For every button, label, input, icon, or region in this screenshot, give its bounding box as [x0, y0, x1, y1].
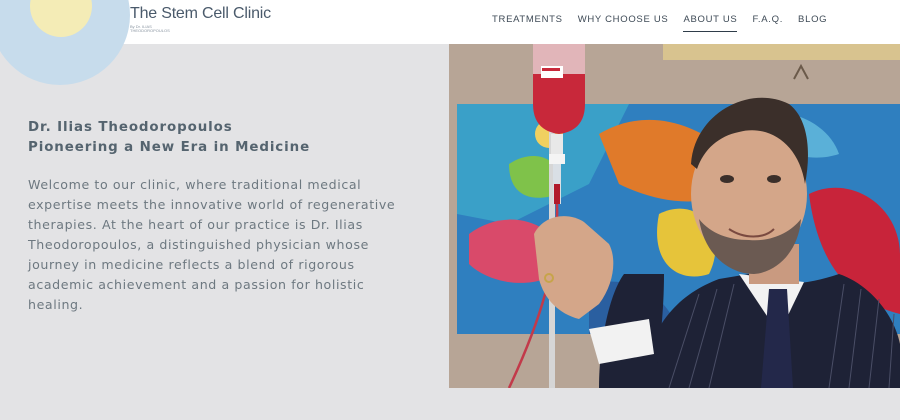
intro-line: expertise meets the innovative world of …	[28, 197, 396, 212]
main-nav: TREATMENTS WHY CHOOSE US ABOUT US F.A.Q.…	[492, 14, 827, 32]
intro-line: healing.	[28, 297, 84, 312]
logo-subtitle: By Dr. ILIAS THEODOROPOULOS	[130, 24, 170, 34]
intro-line: Welcome to our clinic, where traditional…	[28, 177, 362, 192]
nav-why-choose-us[interactable]: WHY CHOOSE US	[578, 14, 669, 25]
nav-about-us[interactable]: ABOUT US	[683, 14, 738, 32]
intro-line: academic achievement and a passion for h…	[28, 277, 365, 292]
doctor-photo	[449, 44, 900, 388]
nav-treatments[interactable]: TREATMENTS	[492, 14, 563, 25]
heading-name: Dr. Ilias Theodoropoulos	[28, 120, 233, 135]
doctor-photo-illustration	[449, 44, 900, 388]
logo-title: The Stem Cell Clinic	[130, 5, 271, 22]
intro-line: therapies. At the heart of our practice …	[28, 217, 363, 232]
intro-line: journey in medicine reflects a blend of …	[28, 257, 355, 272]
intro-line: Theodoropoulos, a distinguished physicia…	[28, 237, 369, 252]
intro-paragraph: Welcome to our clinic, where traditional…	[28, 175, 398, 315]
site-header: The Stem Cell Clinic By Dr. ILIAS THEODO…	[0, 0, 900, 44]
heading-tagline: Pioneering a New Era in Medicine	[28, 140, 311, 155]
nav-blog[interactable]: BLOG	[798, 14, 827, 25]
clinic-logo[interactable]: The Stem Cell Clinic By Dr. ILIAS THEODO…	[106, 6, 271, 36]
page-heading: Dr. Ilias Theodoropoulos Pioneering a Ne…	[28, 118, 310, 158]
nav-faq[interactable]: F.A.Q.	[752, 14, 783, 25]
